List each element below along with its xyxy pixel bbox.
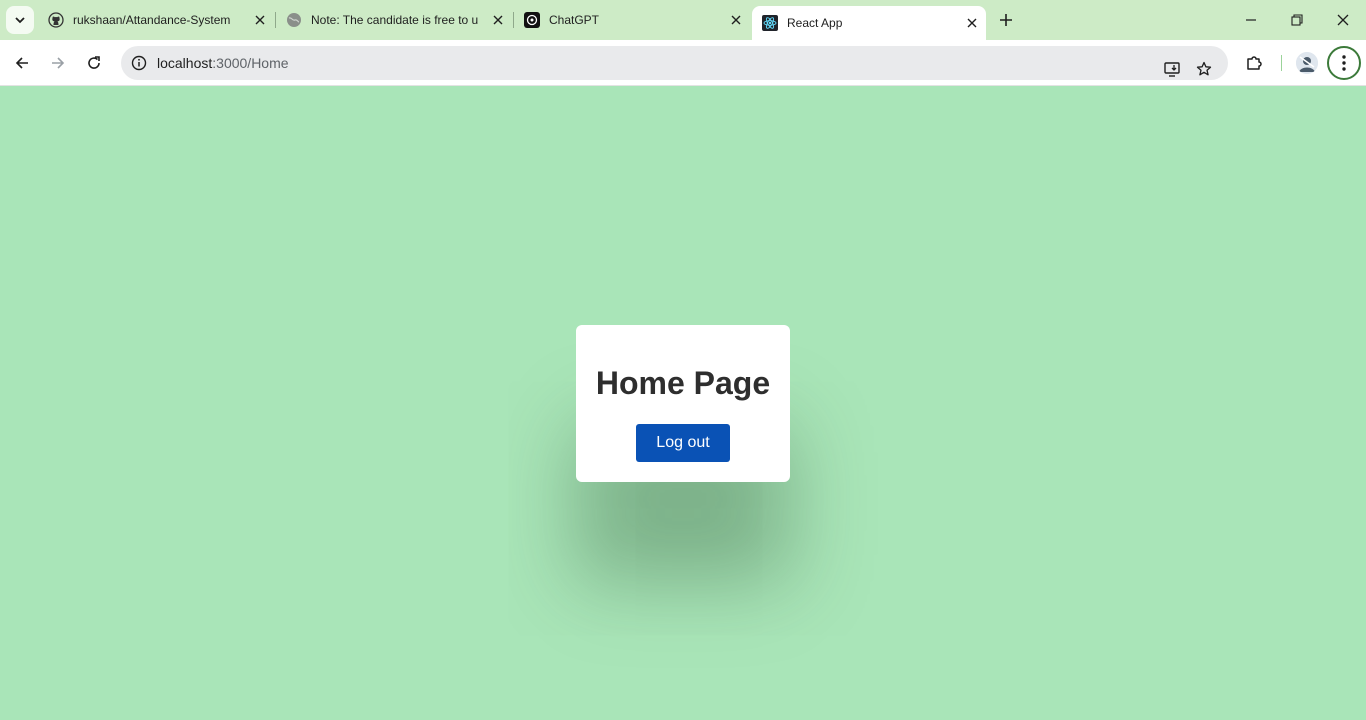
globe-icon	[286, 12, 302, 28]
close-icon	[1337, 14, 1349, 26]
minimize-button[interactable]	[1228, 0, 1274, 40]
chatgpt-icon	[524, 12, 540, 28]
extensions-button[interactable]	[1238, 47, 1270, 79]
forward-button[interactable]	[42, 47, 74, 79]
url-host: localhost	[157, 55, 213, 71]
back-button[interactable]	[6, 47, 38, 79]
tab-note[interactable]: Note: The candidate is free to u	[276, 6, 512, 34]
chevron-down-icon	[15, 17, 25, 24]
tab-strip: rukshaan/Attandance-System Note: The can…	[0, 0, 1366, 40]
close-icon[interactable]	[250, 10, 270, 30]
bookmark-star-icon[interactable]	[1188, 53, 1220, 85]
install-app-icon[interactable]	[1156, 53, 1188, 85]
restore-button[interactable]	[1274, 0, 1320, 40]
tab-title: React App	[787, 16, 843, 30]
tab-chatgpt[interactable]: ChatGPT	[514, 6, 750, 34]
address-bar[interactable]: localhost:3000/Home	[121, 46, 1228, 80]
browser-menu-button[interactable]	[1327, 46, 1361, 80]
browser-toolbar: localhost:3000/Home	[0, 40, 1366, 86]
url-path: :3000/Home	[212, 55, 289, 71]
restore-icon	[1291, 14, 1303, 26]
tab-github[interactable]: rukshaan/Attandance-System	[38, 6, 274, 34]
home-card: Home Page Log out	[576, 325, 790, 482]
more-vertical-icon	[1342, 55, 1346, 71]
url-text: localhost:3000/Home	[157, 55, 289, 71]
plus-icon	[1000, 14, 1012, 26]
arrow-right-icon	[52, 57, 65, 69]
reload-icon	[88, 56, 100, 69]
tab-title: Note: The candidate is free to u	[311, 13, 479, 27]
new-tab-button[interactable]	[994, 8, 1018, 32]
reload-button[interactable]	[78, 47, 110, 79]
puzzle-icon	[1247, 56, 1262, 70]
page-title: Home Page	[595, 365, 771, 401]
logout-button[interactable]: Log out	[636, 424, 730, 462]
close-window-button[interactable]	[1320, 0, 1366, 40]
profile-button[interactable]	[1291, 47, 1323, 79]
react-icon	[762, 15, 778, 31]
tab-title: ChatGPT	[549, 13, 600, 27]
avatar	[1296, 52, 1318, 74]
close-icon[interactable]	[726, 10, 746, 30]
tab-react-app[interactable]: React App	[752, 6, 986, 40]
close-icon[interactable]	[962, 13, 982, 33]
close-icon[interactable]	[488, 10, 508, 30]
page-viewport: Home Page Log out	[0, 86, 1366, 720]
tab-title: rukshaan/Attandance-System	[73, 13, 231, 27]
tab-search-button[interactable]	[6, 6, 34, 34]
github-icon	[48, 12, 64, 28]
site-info-icon[interactable]	[123, 47, 155, 79]
arrow-left-icon	[15, 57, 28, 69]
minimize-icon	[1246, 19, 1256, 21]
